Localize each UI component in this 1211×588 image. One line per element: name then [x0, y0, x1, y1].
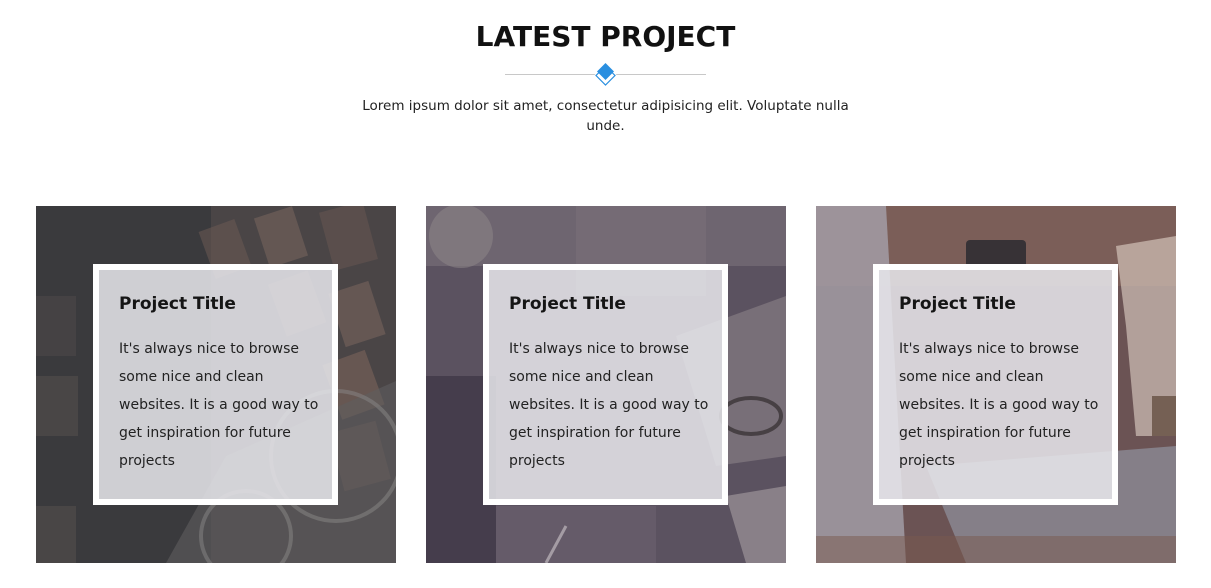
- project-info-box: Project Title It's always nice to browse…: [873, 264, 1118, 505]
- project-description: It's always nice to browse some nice and…: [119, 341, 319, 469]
- project-description: It's always nice to browse some nice and…: [899, 341, 1099, 469]
- diamond-icon: [594, 63, 617, 87]
- project-card[interactable]: Project Title It's always nice to browse…: [426, 206, 786, 563]
- project-title: Project Title: [119, 294, 236, 314]
- title-divider: [505, 63, 706, 87]
- latest-project-section: LATEST PROJECT Lorem ipsum dolor sit ame…: [0, 0, 1211, 588]
- project-card[interactable]: Project Title It's always nice to browse…: [816, 206, 1176, 563]
- project-title: Project Title: [509, 294, 626, 314]
- project-card[interactable]: Project Title It's always nice to browse…: [36, 206, 396, 563]
- section-subtitle: Lorem ipsum dolor sit amet, consectetur …: [362, 98, 849, 134]
- project-description: It's always nice to browse some nice and…: [509, 341, 709, 469]
- project-info-box: Project Title It's always nice to browse…: [93, 264, 338, 505]
- section-title: LATEST PROJECT: [475, 20, 736, 53]
- project-title: Project Title: [899, 294, 1016, 314]
- project-info-box: Project Title It's always nice to browse…: [483, 264, 728, 505]
